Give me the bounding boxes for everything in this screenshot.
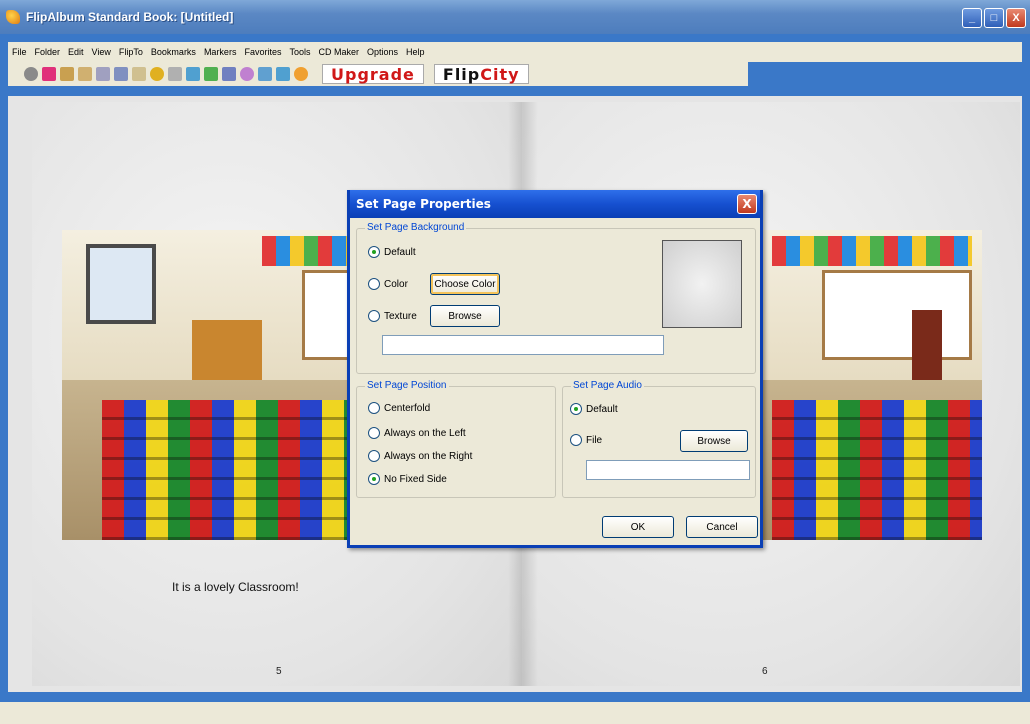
upgrade-button[interactable]: Upgrade (322, 64, 424, 84)
toolbar-icon[interactable] (24, 67, 38, 81)
right-page-number: 6 (762, 666, 768, 677)
menu-file[interactable]: File (12, 47, 27, 57)
flipalbum-app-icon (6, 10, 20, 24)
texture-browse-button[interactable]: Browse (430, 305, 500, 327)
menu-folder[interactable]: Folder (35, 47, 61, 57)
toolbar-icon[interactable] (60, 67, 74, 81)
position-right-label: Always on the Right (384, 450, 473, 462)
toolbar-icon[interactable] (150, 67, 164, 81)
toolbar-icon[interactable] (132, 67, 146, 81)
ok-button[interactable]: OK (602, 516, 674, 538)
menu-help[interactable]: Help (406, 47, 425, 57)
menu-edit[interactable]: Edit (68, 47, 84, 57)
menu-view[interactable]: View (92, 47, 111, 57)
audio-default-option[interactable]: Default (570, 403, 618, 415)
audio-default-radio[interactable] (570, 403, 582, 415)
background-texture-radio[interactable] (368, 310, 380, 322)
flipcity-button[interactable]: FlipCity (433, 64, 529, 84)
position-no-fixed-side-label: No Fixed Side (384, 473, 447, 485)
cancel-button[interactable]: Cancel (686, 516, 758, 538)
title-bar: FlipAlbum Standard Book: [Untitled] _ □ … (0, 0, 1030, 34)
position-left-option[interactable]: Always on the Left (368, 427, 466, 439)
background-color-option[interactable]: Color (368, 278, 408, 290)
menu-tools[interactable]: Tools (289, 47, 310, 57)
audio-file-radio[interactable] (570, 434, 582, 446)
menu-options[interactable]: Options (367, 47, 398, 57)
position-no-fixed-side-radio[interactable] (368, 473, 380, 485)
audio-browse-button[interactable]: Browse (680, 430, 748, 452)
page-background-title: Set Page Background (365, 222, 467, 233)
flipcity-label-accent: City (480, 65, 520, 84)
audio-file-option[interactable]: File (570, 434, 602, 446)
audio-file-field[interactable] (586, 460, 750, 480)
status-bar (0, 702, 1030, 724)
window-controls: _ □ X (962, 8, 1026, 28)
toolbar-icon[interactable] (186, 67, 200, 81)
toolbar-icon[interactable] (276, 67, 290, 81)
toolbar: Upgrade FlipCity (8, 62, 748, 86)
toolbar-icon[interactable] (222, 67, 236, 81)
position-centerfold-label: Centerfold (384, 402, 431, 414)
toolbar-icon[interactable] (168, 67, 182, 81)
toolbar-icon[interactable] (258, 67, 272, 81)
choose-color-button[interactable]: Choose Color (430, 273, 500, 295)
menu-favorites[interactable]: Favorites (244, 47, 281, 57)
menu-bar: File Folder Edit View FlipTo Bookmarks M… (8, 42, 1022, 62)
background-texture-option[interactable]: Texture (368, 310, 417, 322)
toolbar-icon[interactable] (294, 67, 308, 81)
menu-cd-maker[interactable]: CD Maker (318, 47, 359, 57)
page-position-title: Set Page Position (365, 380, 449, 391)
page-caption: It is a lovely Classroom! (172, 580, 299, 594)
position-right-option[interactable]: Always on the Right (368, 450, 472, 462)
window-title: FlipAlbum Standard Book: [Untitled] (26, 10, 234, 24)
toolbar-icon[interactable] (78, 67, 92, 81)
audio-file-label: File (586, 434, 603, 446)
background-texture-label: Texture (384, 310, 417, 322)
position-left-label: Always on the Left (384, 427, 466, 439)
set-page-properties-dialog: Set Page Properties X Set Page Backgroun… (347, 190, 763, 548)
toolbar-icon[interactable] (42, 67, 56, 81)
position-centerfold-option[interactable]: Centerfold (368, 402, 430, 414)
background-default-label: Default (384, 246, 416, 258)
toolbar-icon[interactable] (204, 67, 218, 81)
position-centerfold-radio[interactable] (368, 402, 380, 414)
background-preview (662, 240, 742, 328)
background-default-radio[interactable] (368, 246, 380, 258)
menu-flipto[interactable]: FlipTo (119, 47, 143, 57)
position-right-radio[interactable] (368, 450, 380, 462)
position-left-radio[interactable] (368, 427, 380, 439)
maximize-button[interactable]: □ (984, 8, 1004, 28)
menu-markers[interactable]: Markers (204, 47, 237, 57)
menu-bookmarks[interactable]: Bookmarks (151, 47, 196, 57)
texture-path-field[interactable] (382, 335, 664, 355)
dialog-title: Set Page Properties (356, 197, 491, 211)
close-window-button[interactable]: X (1006, 8, 1026, 28)
toolbar-icon[interactable] (240, 67, 254, 81)
position-no-fixed-side-option[interactable]: No Fixed Side (368, 473, 447, 485)
toolbar-icon[interactable] (96, 67, 110, 81)
background-color-label: Color (384, 278, 408, 290)
flipcity-label: Flip (442, 65, 481, 84)
minimize-button[interactable]: _ (962, 8, 982, 28)
background-color-radio[interactable] (368, 278, 380, 290)
background-default-option[interactable]: Default (368, 246, 416, 258)
dialog-close-button[interactable]: X (737, 194, 757, 214)
audio-default-label: Default (586, 403, 618, 415)
page-audio-title: Set Page Audio (571, 380, 644, 391)
left-page-number: 5 (276, 666, 282, 677)
toolbar-icon[interactable] (114, 67, 128, 81)
dialog-title-bar[interactable]: Set Page Properties X (350, 190, 760, 218)
